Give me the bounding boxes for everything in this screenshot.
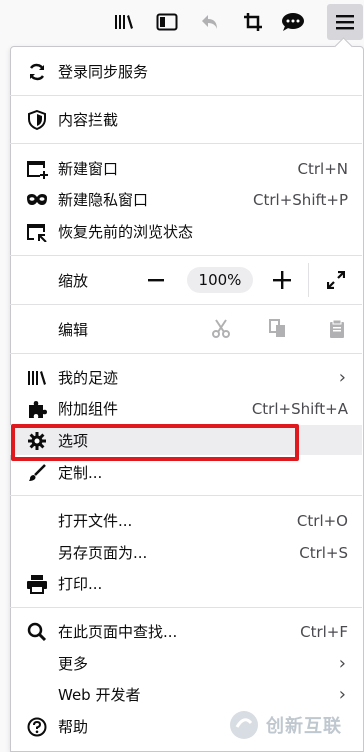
sidebar-icon[interactable] (151, 6, 183, 38)
separator (10, 607, 362, 608)
chevron-right-icon: › (338, 684, 346, 705)
menu-item-new-window[interactable]: 新建窗口 Ctrl+N (10, 153, 362, 184)
separator (10, 143, 362, 144)
paste-icon[interactable] (322, 314, 352, 344)
watermark-logo: 创新互联 (228, 705, 360, 745)
open-file-shortcut: Ctrl+O (296, 511, 348, 530)
web-developer-label: Web 开发者 (58, 686, 141, 704)
new-private-window-shortcut: Ctrl+Shift+P (253, 190, 348, 209)
zoom-controls: 缩放 100% (10, 256, 362, 304)
edit-controls: 编辑 (10, 305, 362, 353)
menu-item-restore-session[interactable]: 恢复先前的浏览状态 (10, 216, 362, 247)
content-blocking-label: 内容拦截 (58, 111, 119, 129)
restore-session-label: 恢复先前的浏览状态 (58, 223, 194, 241)
sync-label: 登录同步服务 (58, 63, 149, 81)
cut-icon[interactable] (206, 314, 236, 344)
menu-item-more[interactable]: 更多 › (10, 648, 362, 679)
hamburger-menu-icon[interactable] (327, 4, 363, 40)
zoom-reset-button[interactable]: 100% (187, 267, 253, 293)
paintbrush-icon (26, 462, 48, 484)
separator (10, 95, 362, 96)
zoom-divider (308, 263, 309, 297)
menu-item-find[interactable]: 在此页面中查找... Ctrl+F (10, 616, 362, 647)
menu-item-customize[interactable]: 定制... (10, 457, 362, 488)
watermark-icon (230, 711, 258, 739)
new-window-icon (26, 158, 48, 180)
printer-icon (26, 573, 48, 595)
puzzle-icon (26, 398, 48, 420)
open-file-label: 打开文件... (58, 512, 133, 530)
help-label: 帮助 (58, 718, 89, 736)
new-private-window-label: 新建隐私窗口 (58, 191, 149, 209)
new-window-shortcut: Ctrl+N (297, 159, 348, 178)
find-shortcut: Ctrl+F (300, 622, 348, 641)
menu-item-save-page[interactable]: 另存页面为... Ctrl+S (10, 537, 362, 568)
chevron-right-icon: › (338, 653, 346, 674)
find-label: 在此页面中查找... (58, 623, 178, 641)
sync-icon (26, 61, 48, 83)
library-label: 我的足迹 (58, 369, 119, 387)
undo-icon[interactable] (194, 6, 226, 38)
screenshot-icon[interactable] (237, 6, 269, 38)
save-page-label: 另存页面为... (58, 544, 148, 562)
edit-label: 编辑 (58, 321, 89, 339)
separator (10, 495, 362, 496)
new-window-label: 新建窗口 (58, 160, 119, 178)
customize-label: 定制... (58, 464, 103, 482)
restore-session-icon (26, 221, 48, 243)
zoom-in-button[interactable] (266, 264, 298, 296)
print-label: 打印... (58, 575, 103, 593)
shield-icon (26, 109, 48, 131)
menu-item-content-blocking[interactable]: 内容拦截 (10, 104, 362, 135)
menu-item-sync[interactable]: 登录同步服务 (10, 56, 362, 87)
menu-item-addons[interactable]: 附加组件 Ctrl+Shift+A (10, 393, 362, 424)
save-page-shortcut: Ctrl+S (299, 543, 348, 562)
library-icon (26, 367, 48, 389)
menu-item-new-private-window[interactable]: 新建隐私窗口 Ctrl+Shift+P (10, 184, 362, 215)
watermark-text: 创新互联 (266, 716, 342, 737)
menu-item-open-file[interactable]: 打开文件... Ctrl+O (10, 505, 362, 536)
separator (10, 353, 362, 354)
zoom-out-button[interactable] (140, 264, 172, 296)
chevron-right-icon: › (338, 367, 346, 388)
options-highlight-box (11, 424, 299, 461)
more-label: 更多 (58, 655, 89, 673)
help-icon (26, 716, 48, 738)
private-mask-icon (26, 189, 48, 211)
zoom-label: 缩放 (58, 272, 89, 290)
addons-shortcut: Ctrl+Shift+A (251, 399, 348, 418)
menu-item-library[interactable]: 我的足迹 › (10, 362, 362, 393)
copy-icon[interactable] (263, 314, 293, 344)
library-icon[interactable] (108, 6, 140, 38)
browser-toolbar (0, 0, 364, 44)
chat-icon[interactable] (277, 6, 309, 38)
menu-item-print[interactable]: 打印... (10, 568, 362, 599)
fullscreen-button[interactable] (320, 264, 352, 296)
addons-label: 附加组件 (58, 400, 119, 418)
search-icon (26, 621, 48, 643)
